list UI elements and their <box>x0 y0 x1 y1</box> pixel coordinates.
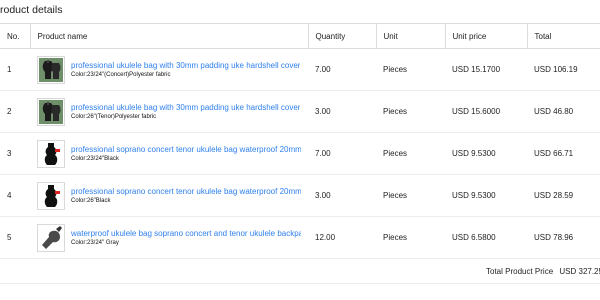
product-link[interactable]: professional soprano concert tenor ukule… <box>71 144 301 155</box>
product-link[interactable]: waterproof ukulele bag soprano concert a… <box>71 228 301 239</box>
ukulele-bag-black-icon[interactable] <box>37 139 65 168</box>
unit-cell: Pieces <box>376 48 445 91</box>
table-row: 3 professional soprano concert tenor uku… <box>0 132 600 175</box>
product-link[interactable]: professional ukulele bag with 30mm paddi… <box>71 102 300 113</box>
quantity-cell: 7.00 <box>308 132 376 175</box>
column-header-quantity: Quantity <box>307 23 376 49</box>
row-number: 2 <box>0 90 30 133</box>
product-link[interactable]: professional soprano concert tenor ukule… <box>71 186 301 197</box>
total-cell: USD 46.80 <box>527 90 600 133</box>
column-header-product-name: Product name <box>29 23 308 49</box>
unit-price-cell: USD 6.5800 <box>445 216 527 259</box>
quantity-cell: 7.00 <box>308 48 376 91</box>
ukulele-bag-gray-icon[interactable] <box>37 223 65 252</box>
quantity-cell: 12.00 <box>308 216 376 259</box>
quantity-cell: 3.00 <box>308 174 376 217</box>
table-row: 5 waterproof ukulele bag soprano concert… <box>0 216 600 259</box>
product-variant: Color:23/24"(Concert)Polyester fabric <box>71 71 171 78</box>
table-header-row: No. Product name Quantity Unit Unit pric… <box>0 23 600 49</box>
product-cell: professional soprano concert tenor ukule… <box>30 174 308 217</box>
column-header-total: Total <box>526 23 600 49</box>
unit-cell: Pieces <box>376 132 445 175</box>
row-number: 3 <box>0 132 30 175</box>
total-cell: USD 28.59 <box>527 174 600 217</box>
unit-cell: Pieces <box>376 90 445 133</box>
column-header-unit-price: Unit price <box>444 23 527 49</box>
row-number: 5 <box>0 216 30 259</box>
total-cell: USD 66.71 <box>527 132 600 175</box>
product-cell: professional ukulele bag with 30mm paddi… <box>30 90 308 133</box>
ukulele-bag-black-icon[interactable] <box>37 181 65 210</box>
total-value: USD 327.25 <box>559 267 600 276</box>
total-product-price: Total Product Price USD 327.25 <box>486 267 600 276</box>
product-cell: professional ukulele bag with 30mm paddi… <box>30 48 308 91</box>
unit-cell: Pieces <box>376 174 445 217</box>
product-variant: Color:23/24"Black <box>71 155 119 162</box>
total-cell: USD 78.96 <box>527 216 600 259</box>
total-label: Total Product Price <box>486 267 554 276</box>
product-link[interactable]: professional ukulele bag with 30mm paddi… <box>71 60 300 71</box>
unit-cell: Pieces <box>376 216 445 259</box>
ukulele-bag-green-icon[interactable] <box>37 55 65 84</box>
product-variant: Color:26"(Tenor)Polyester fabric <box>71 113 157 120</box>
divider <box>0 283 600 284</box>
product-variant: Color:23/24" Gray <box>71 239 119 246</box>
quantity-cell: 3.00 <box>308 90 376 133</box>
unit-price-cell: USD 15.6000 <box>445 90 527 133</box>
table-row: 1 professional ukulele bag with 30mm pad… <box>0 48 600 91</box>
ukulele-bag-green-icon[interactable] <box>37 97 65 126</box>
column-header-unit: Unit <box>375 23 445 49</box>
product-table: No. Product name Quantity Unit Unit pric… <box>0 23 600 259</box>
section-title: Product details <box>0 4 63 16</box>
unit-price-cell: USD 9.5300 <box>445 174 527 217</box>
product-cell: professional soprano concert tenor ukule… <box>30 132 308 175</box>
row-number: 1 <box>0 48 30 91</box>
product-cell: waterproof ukulele bag soprano concert a… <box>30 216 308 259</box>
total-cell: USD 106.19 <box>527 48 600 91</box>
column-header-no: No. <box>0 23 30 49</box>
product-variant: Color:26"Black <box>71 197 111 204</box>
table-row: 2 professional ukulele bag with 30mm pad… <box>0 90 600 133</box>
unit-price-cell: USD 15.1700 <box>445 48 527 91</box>
row-number: 4 <box>0 174 30 217</box>
unit-price-cell: USD 9.5300 <box>445 132 527 175</box>
table-row: 4 professional soprano concert tenor uku… <box>0 174 600 217</box>
